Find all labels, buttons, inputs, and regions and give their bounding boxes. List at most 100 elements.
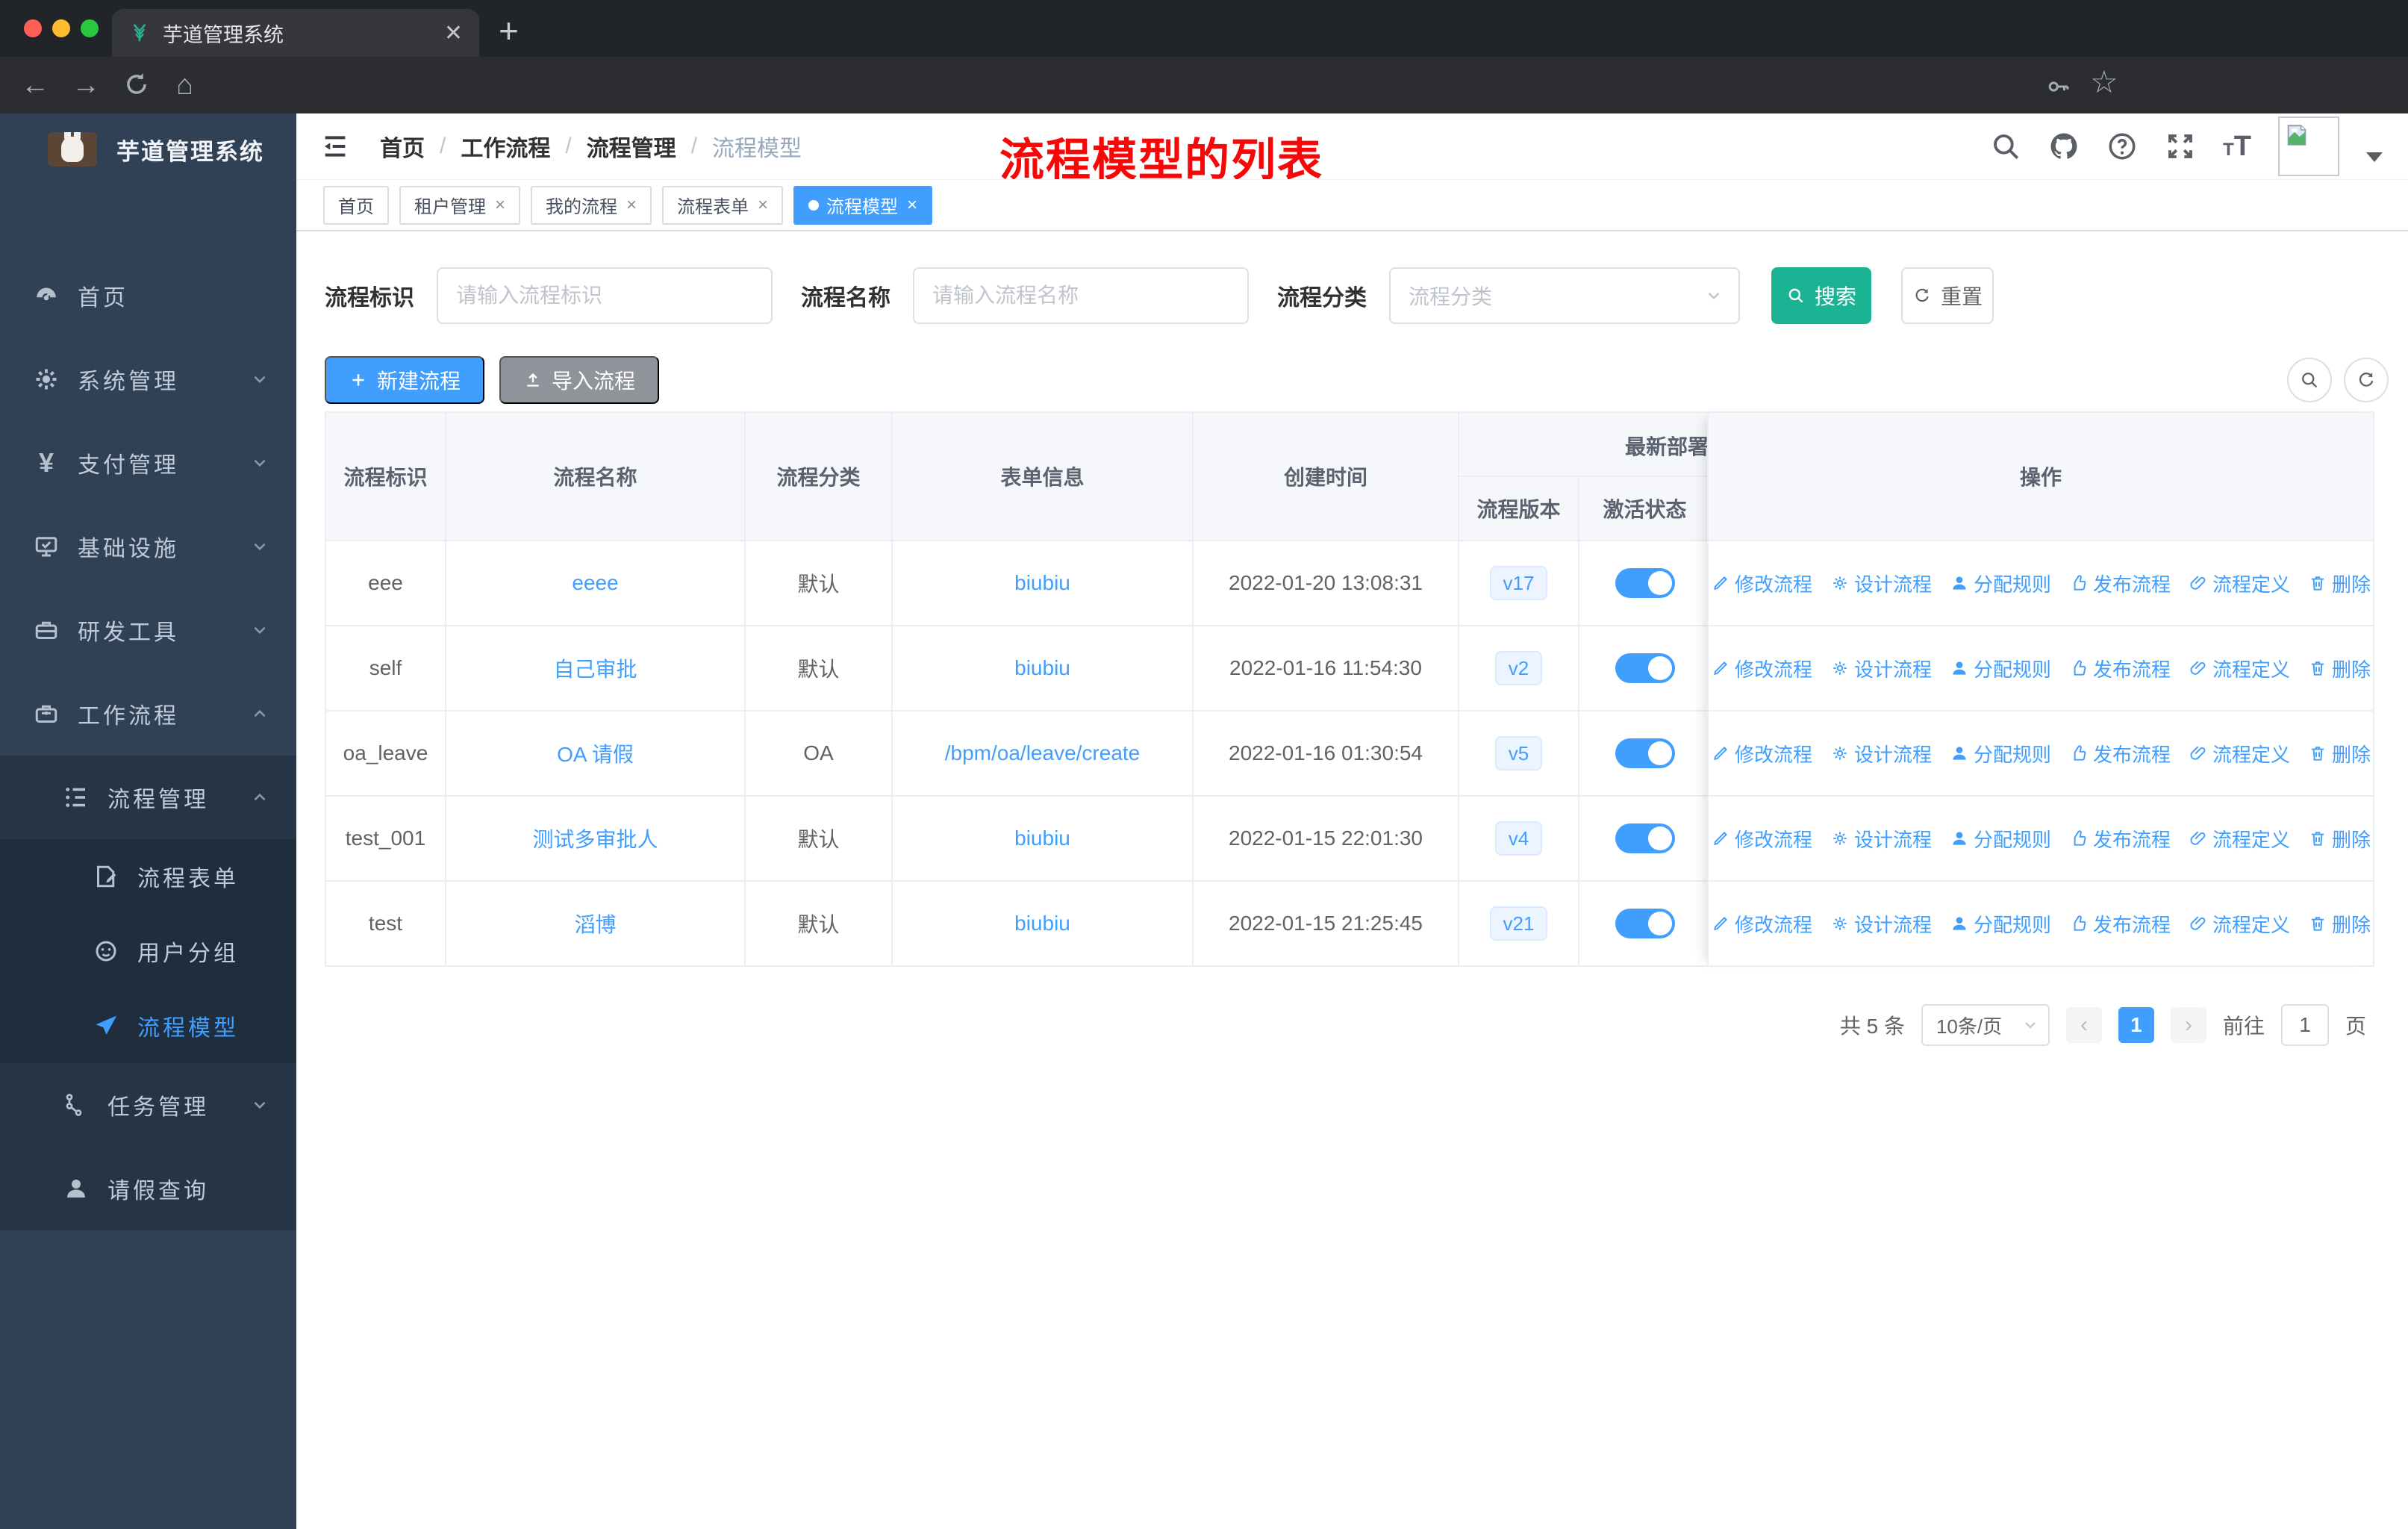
browser-tab[interactable]: 芋道管理系统 ✕ bbox=[112, 9, 479, 57]
github-icon[interactable] bbox=[2048, 131, 2080, 162]
action-delete-link[interactable]: 删除 bbox=[2308, 825, 2371, 853]
action-publish-link[interactable]: 发布流程 bbox=[2069, 570, 2171, 597]
breadcrumb-home[interactable]: 首页 bbox=[380, 130, 425, 163]
action-publish-link[interactable]: 发布流程 bbox=[2069, 825, 2171, 853]
page-size-select[interactable]: 10条/页 bbox=[1921, 1004, 2050, 1046]
sidebar-item-devtools[interactable]: 研发工具 bbox=[0, 588, 296, 672]
sidebar-item-leave-query[interactable]: 请假查询 bbox=[0, 1147, 296, 1230]
close-icon[interactable]: × bbox=[758, 195, 768, 216]
action-assign-link[interactable]: 分配规则 bbox=[1950, 825, 2051, 853]
process-name-link[interactable]: 滔博 bbox=[574, 909, 616, 938]
form-info-link[interactable]: biubiu bbox=[1014, 912, 1070, 935]
sidebar-item-system[interactable]: 系统管理 bbox=[0, 337, 296, 421]
sidebar-item-payment[interactable]: ¥ 支付管理 bbox=[0, 421, 296, 505]
tag-home[interactable]: 首页 bbox=[323, 185, 389, 225]
close-window-button[interactable] bbox=[24, 19, 42, 37]
help-icon[interactable] bbox=[2106, 131, 2138, 162]
action-assign-link[interactable]: 分配规则 bbox=[1950, 570, 2051, 597]
tag-process-form[interactable]: 流程表单 × bbox=[662, 185, 784, 225]
version-tag[interactable]: v4 bbox=[1494, 821, 1543, 856]
close-icon[interactable]: × bbox=[626, 195, 637, 216]
passwords-key-icon[interactable] bbox=[2045, 73, 2072, 100]
action-delete-link[interactable]: 删除 bbox=[2308, 570, 2371, 597]
process-name-input[interactable] bbox=[913, 267, 1249, 324]
action-design-link[interactable]: 设计流程 bbox=[1830, 740, 1932, 767]
hide-search-button[interactable] bbox=[2287, 358, 2332, 402]
forward-icon[interactable]: → bbox=[72, 70, 100, 100]
search-button[interactable]: 搜索 bbox=[1771, 267, 1871, 324]
current-page-button[interactable]: 1 bbox=[2118, 1007, 2154, 1043]
sidebar-item-workflow[interactable]: 工作流程 bbox=[0, 672, 296, 756]
action-definition-link[interactable]: 流程定义 bbox=[2189, 655, 2290, 682]
version-tag[interactable]: v5 bbox=[1494, 736, 1543, 770]
action-edit-link[interactable]: 修改流程 bbox=[1711, 910, 1812, 938]
tag-process-model[interactable]: 流程模型 × bbox=[793, 185, 933, 225]
form-info-link[interactable]: biubiu bbox=[1014, 571, 1070, 595]
process-name-link[interactable]: 测试多审批人 bbox=[532, 823, 658, 853]
action-design-link[interactable]: 设计流程 bbox=[1830, 825, 1932, 853]
search-icon[interactable] bbox=[1990, 131, 2021, 162]
action-edit-link[interactable]: 修改流程 bbox=[1711, 655, 1812, 682]
action-delete-link[interactable]: 删除 bbox=[2308, 740, 2371, 767]
breadcrumb-process-management[interactable]: 流程管理 bbox=[587, 130, 676, 163]
process-id-input[interactable] bbox=[437, 267, 773, 324]
action-definition-link[interactable]: 流程定义 bbox=[2189, 570, 2290, 597]
reload-icon[interactable] bbox=[122, 70, 151, 99]
tag-my-process[interactable]: 我的流程 × bbox=[531, 185, 652, 225]
sidebar-item-home[interactable]: 首页 bbox=[0, 254, 296, 337]
action-definition-link[interactable]: 流程定义 bbox=[2189, 740, 2290, 767]
status-toggle[interactable] bbox=[1615, 738, 1675, 768]
sidebar-item-process-form[interactable]: 流程表单 bbox=[0, 839, 296, 914]
status-toggle[interactable] bbox=[1615, 653, 1675, 683]
action-definition-link[interactable]: 流程定义 bbox=[2189, 910, 2290, 938]
version-tag[interactable]: v17 bbox=[1489, 566, 1548, 600]
action-design-link[interactable]: 设计流程 bbox=[1830, 570, 1932, 597]
process-category-select[interactable]: 流程分类 bbox=[1389, 267, 1740, 324]
prev-page-button[interactable]: ‹ bbox=[2065, 1007, 2102, 1043]
action-publish-link[interactable]: 发布流程 bbox=[2069, 655, 2171, 682]
breadcrumb-workflow[interactable]: 工作流程 bbox=[461, 130, 550, 163]
action-publish-link[interactable]: 发布流程 bbox=[2069, 910, 2171, 938]
minimize-window-button[interactable] bbox=[52, 19, 70, 37]
sidebar-item-user-group[interactable]: 用户分组 bbox=[0, 914, 296, 988]
status-toggle[interactable] bbox=[1615, 568, 1675, 598]
action-edit-link[interactable]: 修改流程 bbox=[1711, 570, 1812, 597]
sidebar-item-task-management[interactable]: 任务管理 bbox=[0, 1063, 296, 1147]
tag-tenant[interactable]: 租户管理 × bbox=[399, 185, 521, 225]
action-design-link[interactable]: 设计流程 bbox=[1830, 655, 1932, 682]
action-edit-link[interactable]: 修改流程 bbox=[1711, 825, 1812, 853]
action-edit-link[interactable]: 修改流程 bbox=[1711, 740, 1812, 767]
goto-page-input[interactable] bbox=[2280, 1004, 2329, 1046]
action-assign-link[interactable]: 分配规则 bbox=[1950, 910, 2051, 938]
status-toggle[interactable] bbox=[1615, 909, 1675, 938]
next-page-button[interactable]: › bbox=[2170, 1007, 2206, 1043]
home-icon[interactable]: ⌂ bbox=[176, 70, 193, 100]
avatar[interactable] bbox=[2278, 116, 2339, 176]
process-name-link[interactable]: OA 请假 bbox=[557, 738, 634, 768]
form-info-link[interactable]: biubiu bbox=[1014, 656, 1070, 680]
sidebar-collapse-hamburger-icon[interactable] bbox=[320, 131, 350, 161]
action-delete-link[interactable]: 删除 bbox=[2308, 910, 2371, 938]
action-delete-link[interactable]: 删除 bbox=[2308, 655, 2371, 682]
avatar-caret-icon[interactable] bbox=[2366, 152, 2383, 162]
process-name-link[interactable]: eeee bbox=[572, 571, 618, 595]
tab-close-icon[interactable]: ✕ bbox=[444, 20, 463, 46]
form-info-link[interactable]: biubiu bbox=[1014, 826, 1070, 850]
action-assign-link[interactable]: 分配规则 bbox=[1950, 740, 2051, 767]
action-definition-link[interactable]: 流程定义 bbox=[2189, 825, 2290, 853]
sidebar-item-infrastructure[interactable]: 基础设施 bbox=[0, 505, 296, 588]
import-process-button[interactable]: 导入流程 bbox=[499, 356, 660, 404]
zoom-window-button[interactable] bbox=[81, 19, 99, 37]
back-icon[interactable]: ← bbox=[21, 70, 49, 100]
close-icon[interactable]: × bbox=[495, 195, 505, 216]
bookmark-star-icon[interactable]: ☆ bbox=[2090, 66, 2118, 98]
close-icon[interactable]: × bbox=[907, 195, 917, 216]
process-name-link[interactable]: 自己审批 bbox=[553, 653, 637, 683]
new-tab-button[interactable]: + bbox=[499, 10, 519, 51]
status-toggle[interactable] bbox=[1615, 823, 1675, 853]
form-info-link[interactable]: /bpm/oa/leave/create bbox=[945, 741, 1141, 765]
action-publish-link[interactable]: 发布流程 bbox=[2069, 740, 2171, 767]
refresh-table-button[interactable] bbox=[2344, 358, 2389, 402]
sidebar-logo-row[interactable]: 芋道管理系统 bbox=[0, 113, 296, 185]
action-design-link[interactable]: 设计流程 bbox=[1830, 910, 1932, 938]
